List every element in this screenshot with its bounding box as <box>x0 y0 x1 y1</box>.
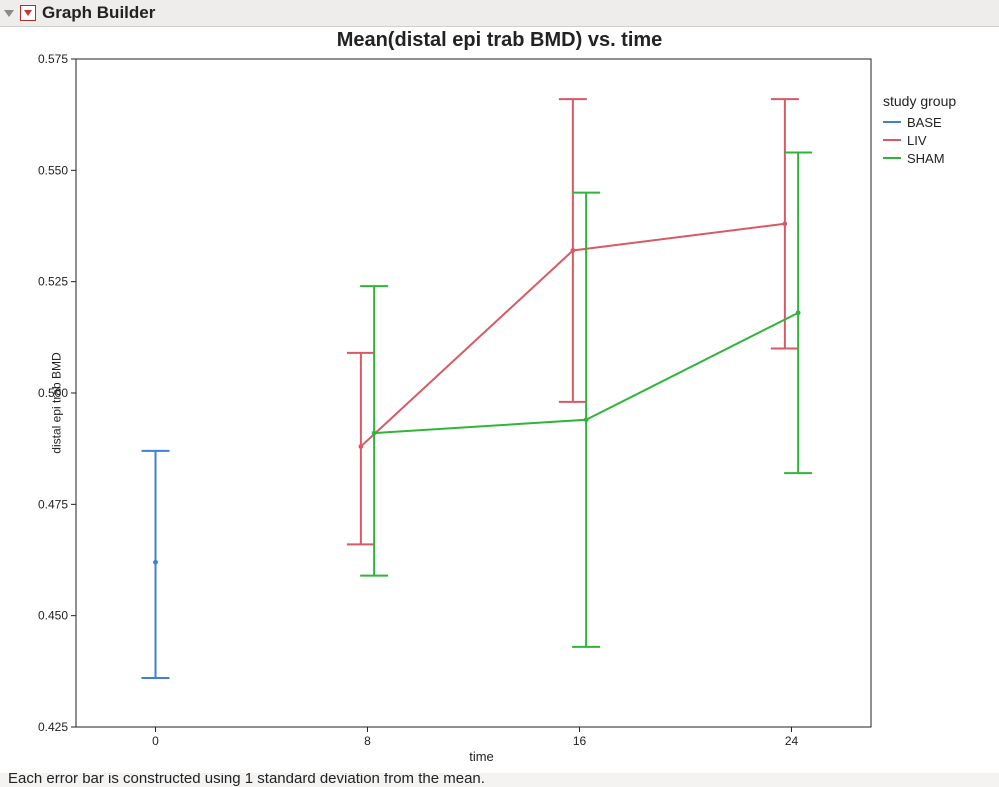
legend-title[interactable]: study group <box>883 93 993 109</box>
legend-swatch-icon <box>883 157 901 159</box>
panel-title: Graph Builder <box>42 3 155 23</box>
y-tick-label: 0.450 <box>38 609 68 623</box>
x-axis-label[interactable]: time <box>74 749 889 764</box>
x-tick-label: 0 <box>152 734 159 748</box>
x-axis-footer: time <box>0 749 999 775</box>
y-axis-label[interactable]: distal epi trab BMD <box>50 352 64 453</box>
graph-builder-panel: Graph Builder Mean(distal epi trab BMD) … <box>0 0 999 770</box>
y-tick-label: 0.500 <box>38 386 68 400</box>
legend-item-base[interactable]: BASE <box>883 113 993 131</box>
chart-title[interactable]: Mean(distal epi trab BMD) vs. time <box>0 27 999 57</box>
y-axis-gutter: distal epi trab BMD <box>0 57 74 749</box>
plot-svg: 0.4250.4500.4750.5000.5250.5500.57508162… <box>74 57 875 749</box>
chart-body: Mean(distal epi trab BMD) vs. time dista… <box>0 27 999 773</box>
x-tick-label: 16 <box>573 734 587 748</box>
legend-swatch-icon <box>883 121 901 123</box>
legend: study group BASE LIV SHAM <box>875 57 999 749</box>
legend-item-liv[interactable]: LIV <box>883 131 993 149</box>
legend-item-sham[interactable]: SHAM <box>883 149 993 167</box>
legend-item-label: SHAM <box>907 151 945 166</box>
y-tick-label: 0.475 <box>38 497 68 511</box>
y-tick-label: 0.525 <box>38 275 68 289</box>
y-tick-label: 0.425 <box>38 720 68 734</box>
legend-swatch-icon <box>883 139 901 141</box>
y-tick-label: 0.550 <box>38 163 68 177</box>
disclosure-triangle-icon[interactable] <box>4 10 14 17</box>
plot-area[interactable]: 0.4250.4500.4750.5000.5250.5500.57508162… <box>74 57 875 749</box>
plot-row: distal epi trab BMD 0.425 0.450 0.475 0.500… <box>0 57 999 749</box>
y-tick-label: 0.575 <box>38 52 68 66</box>
legend-item-label: BASE <box>907 115 942 130</box>
x-tick-label: 24 <box>785 734 799 748</box>
options-hotspot-icon[interactable] <box>20 5 36 21</box>
legend-item-label: LIV <box>907 133 927 148</box>
panel-header: Graph Builder <box>0 0 999 27</box>
x-tick-label: 8 <box>364 734 371 748</box>
